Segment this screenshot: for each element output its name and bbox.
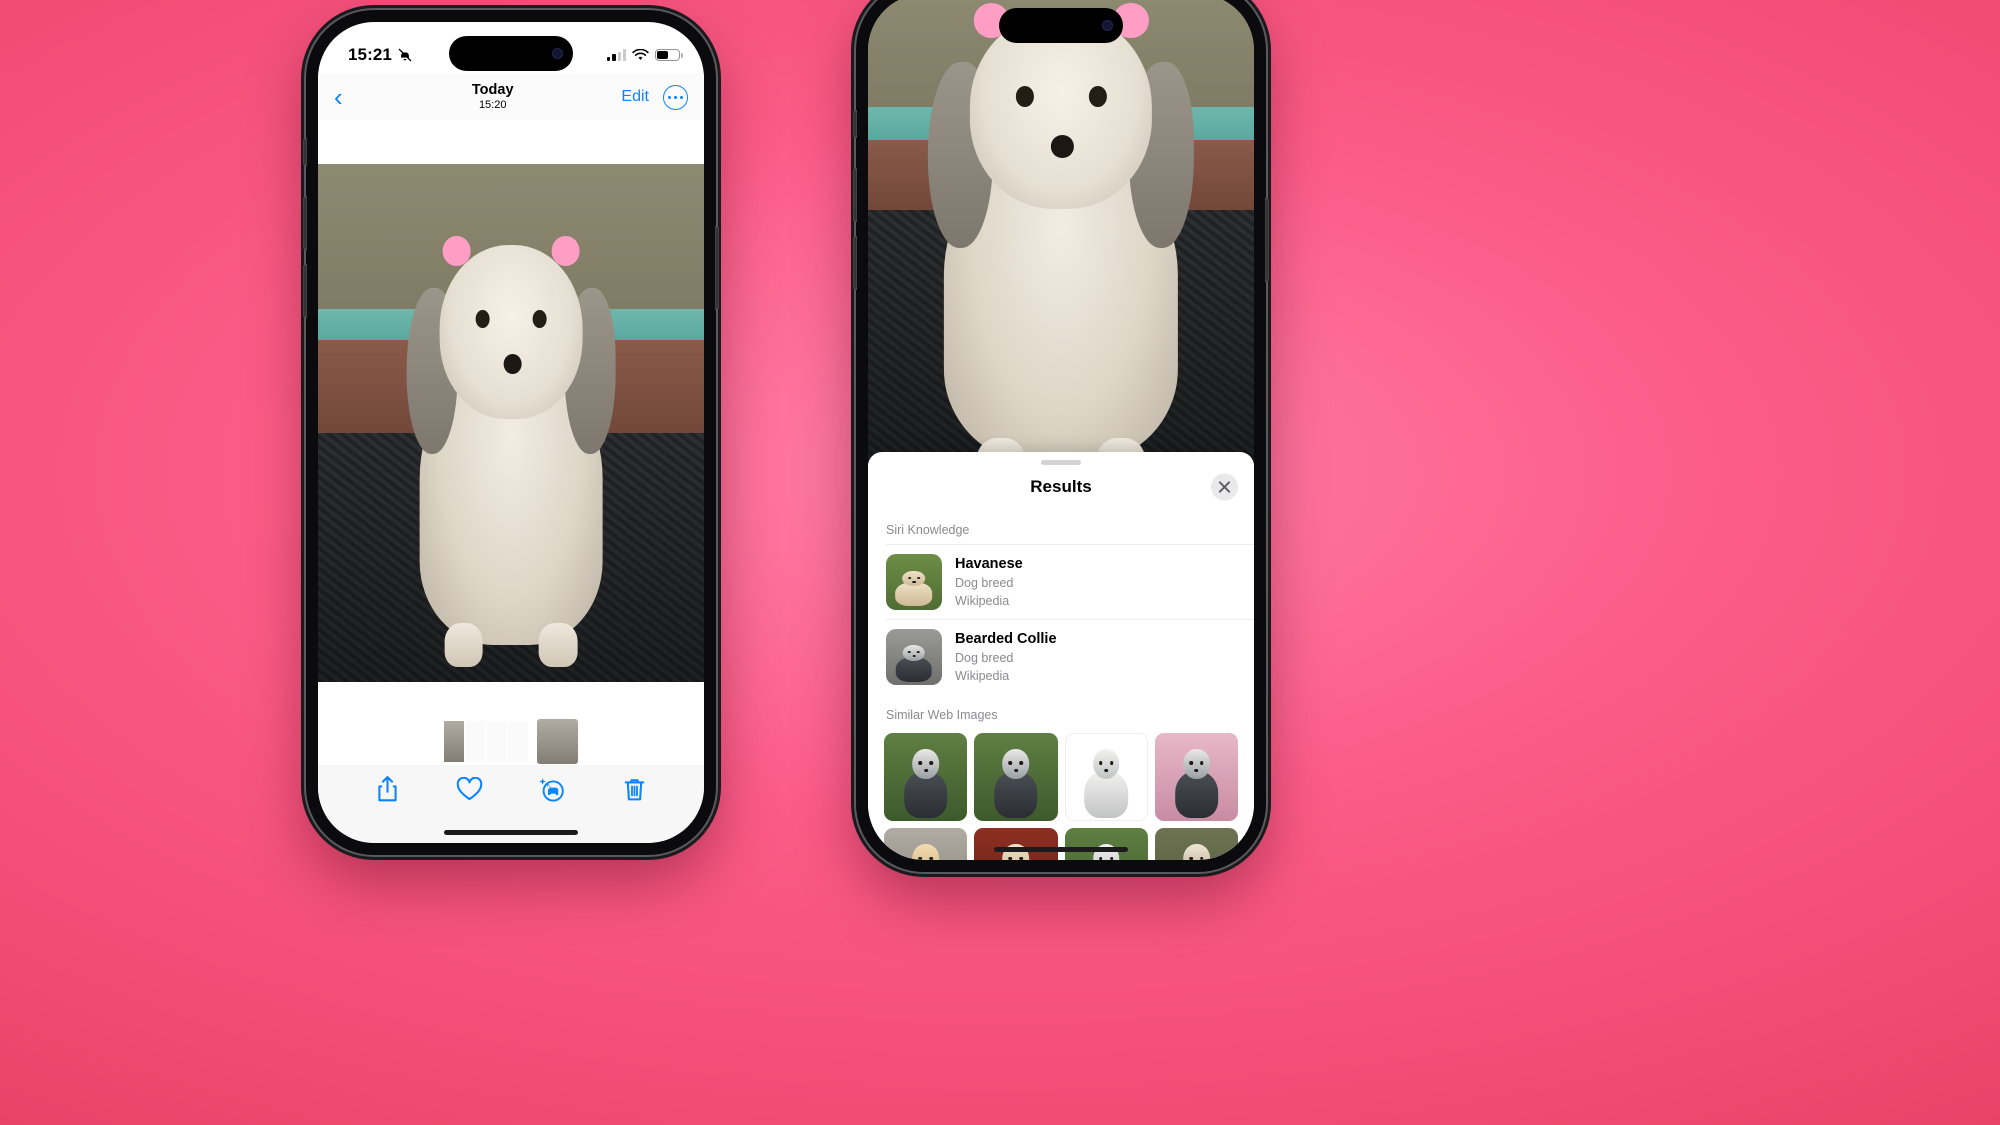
sheet-title: Results xyxy=(1030,477,1092,496)
page-title: Today xyxy=(471,81,514,98)
cellular-signal-icon xyxy=(607,49,626,61)
photo-filmstrip[interactable] xyxy=(318,717,704,765)
filmstrip-thumb[interactable] xyxy=(465,720,486,762)
similar-web-images-grid xyxy=(868,729,1254,860)
bell-slash-icon xyxy=(398,48,412,62)
page-subtitle: 15:20 xyxy=(478,99,507,112)
row-text: Havanese Dog breed Wikipedia xyxy=(955,554,1023,610)
power-button[interactable] xyxy=(1265,198,1269,282)
volume-up-button[interactable] xyxy=(303,196,307,250)
havanese-thumbnail xyxy=(886,554,942,610)
share-icon[interactable] xyxy=(369,771,405,807)
filmstrip-selected-thumb[interactable] xyxy=(537,718,579,764)
row-source: Wikipedia xyxy=(955,593,1010,608)
status-bar-right xyxy=(607,48,683,62)
row-subtitle: Dog breed xyxy=(955,575,1014,590)
photo-viewer[interactable] xyxy=(318,120,704,725)
results-sheet: Results Siri Knowledge Havanese Dog bree… xyxy=(868,452,1254,860)
front-camera-icon xyxy=(1102,20,1113,31)
power-button[interactable] xyxy=(715,226,719,310)
web-image-2[interactable] xyxy=(974,733,1058,822)
status-time: 15:21 xyxy=(348,45,392,64)
home-indicator[interactable] xyxy=(994,847,1128,852)
web-image-3[interactable] xyxy=(1064,733,1148,822)
web-image-6[interactable] xyxy=(974,828,1058,860)
status-bar-left: 15:21 xyxy=(348,45,413,65)
heart-icon[interactable] xyxy=(452,771,488,807)
back-button[interactable]: ‹ xyxy=(334,84,364,110)
trash-icon[interactable] xyxy=(617,771,653,807)
right-phone-device: Results Siri Knowledge Havanese Dog bree… xyxy=(853,0,1269,872)
close-x-icon[interactable] xyxy=(1211,473,1238,501)
filmstrip-group[interactable] xyxy=(443,720,529,762)
section-header-siri-knowledge: Siri Knowledge xyxy=(886,523,970,537)
volume-down-button[interactable] xyxy=(303,264,307,318)
ellipsis-circle-icon[interactable] xyxy=(663,84,688,110)
web-image-8[interactable] xyxy=(1154,828,1238,860)
left-phone-device: 15:21 ‹ Today 15:20 Edit xyxy=(303,10,719,855)
home-indicator[interactable] xyxy=(444,830,578,835)
row-source: Wikipedia xyxy=(955,669,1010,684)
filmstrip-thumb[interactable] xyxy=(486,720,507,762)
web-image-5[interactable] xyxy=(884,828,968,860)
row-text: Bearded Collie Dog breed Wikipedia xyxy=(955,629,1057,685)
left-phone-screen: 15:21 ‹ Today 15:20 Edit xyxy=(318,22,704,843)
dog-subject xyxy=(384,236,639,671)
sheet-header: Results xyxy=(868,465,1254,509)
front-camera-icon xyxy=(552,48,563,59)
mute-switch[interactable] xyxy=(303,138,307,166)
visual-look-up-dog-icon[interactable] xyxy=(534,771,570,807)
wifi-icon xyxy=(632,48,649,60)
edit-button[interactable]: Edit xyxy=(621,88,649,106)
web-image-7[interactable] xyxy=(1064,828,1148,860)
volume-down-button[interactable] xyxy=(853,236,857,290)
filmstrip-thumb[interactable] xyxy=(508,720,529,762)
current-photo[interactable] xyxy=(318,163,704,682)
row-title: Bearded Collie xyxy=(955,631,1057,648)
web-image-4[interactable] xyxy=(1154,733,1238,822)
photo-nav-bar: ‹ Today 15:20 Edit xyxy=(318,74,704,120)
section-header-similar-web-images: Similar Web Images xyxy=(886,708,998,723)
zoomed-photo[interactable] xyxy=(868,0,1254,464)
row-subtitle: Dog breed xyxy=(955,650,1014,665)
dynamic-island xyxy=(449,36,573,71)
web-image-1[interactable] xyxy=(884,733,968,822)
battery-icon xyxy=(655,48,683,62)
dynamic-island xyxy=(999,8,1123,43)
bearded-collie-thumbnail xyxy=(886,629,942,686)
row-title: Havanese xyxy=(955,556,1023,572)
right-phone-screen: Results Siri Knowledge Havanese Dog bree… xyxy=(868,0,1254,860)
table-row[interactable]: Bearded Collie Dog breed Wikipedia xyxy=(886,619,1254,694)
dog-subject xyxy=(899,3,1223,464)
nav-title-block: Today 15:20 xyxy=(364,82,621,113)
filmstrip-thumb[interactable] xyxy=(443,720,464,762)
mute-switch[interactable] xyxy=(853,110,857,138)
volume-up-button[interactable] xyxy=(853,168,857,222)
table-row[interactable]: Havanese Dog breed Wikipedia xyxy=(886,544,1254,619)
